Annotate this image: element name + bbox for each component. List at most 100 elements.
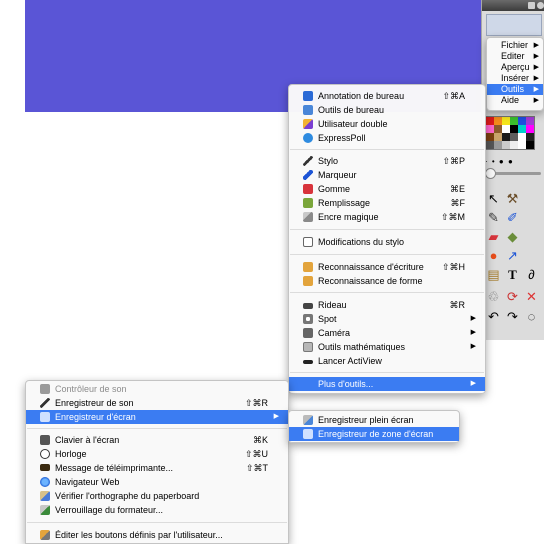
text-tool-icon[interactable]: T: [504, 266, 521, 283]
highlighter-tool-icon[interactable]: ✐: [504, 209, 521, 226]
menu-item-reconnaissance-ecriture[interactable]: Reconnaissance d'écriture ⇧⌘H: [289, 260, 485, 274]
tools-menu: Annotation de bureau ⇧⌘A Outils de bureau…: [288, 84, 486, 394]
menu-item-modifications-du-stylo[interactable]: Modifications du stylo: [289, 235, 485, 249]
menu-item-expresspoll[interactable]: ExpressPoll: [289, 131, 485, 145]
main-menu-item-fichier[interactable]: Fichier ▶: [487, 40, 543, 51]
delete-page-icon[interactable]: ♲: [485, 288, 502, 305]
chevron-right-icon: ▶: [533, 64, 539, 71]
menu-item-utilisateur-double[interactable]: Utilisateur double: [289, 117, 485, 131]
menu-item-annotation-de-bureau[interactable]: Annotation de bureau ⇧⌘A: [289, 89, 485, 103]
menu-item-outils-de-bureau[interactable]: Outils de bureau: [289, 103, 485, 117]
screen-recorder-menu: Enregistreur plein écran Enregistreur de…: [288, 410, 460, 443]
pen-width-dots[interactable]: · • ● ●: [485, 157, 514, 166]
menu-item-verrouillage-formateur[interactable]: Verrouillage du formateur...: [26, 503, 288, 517]
menu-item-stylo[interactable]: Stylo ⇧⌘P: [289, 154, 485, 168]
menu-item-message-teleimprimante[interactable]: Message de téléimprimante... ⇧⌘T: [26, 461, 288, 475]
color-palette[interactable]: [485, 116, 535, 150]
menu-item-spot[interactable]: Spot ▶: [289, 312, 485, 326]
curtain-icon: [303, 303, 313, 309]
eraser-tool-icon[interactable]: ▰: [485, 228, 502, 245]
menu-item-horloge[interactable]: Horloge ⇧⌘U: [26, 447, 288, 461]
fill-icon: [303, 198, 313, 208]
shape-tool-icon[interactable]: ●: [485, 247, 502, 264]
magic-ink-icon: [303, 212, 313, 222]
menu-item-enregistreur-zone-ecran[interactable]: Enregistreur de zone d'écran: [289, 427, 459, 441]
pen-modifier-icon: [303, 237, 313, 247]
edit-buttons-icon: [40, 530, 50, 540]
clapper-icon[interactable]: ▤: [485, 266, 502, 283]
reset-page-icon[interactable]: ⟳: [504, 288, 521, 305]
menu-item-reconnaissance-de-forme[interactable]: Reconnaissance de forme: [289, 274, 485, 288]
toolbox-header-panel: [486, 14, 542, 36]
ticker-icon: [40, 464, 50, 471]
pen-tool-icon[interactable]: ✎: [485, 209, 502, 226]
menu-item-editer-boutons[interactable]: Éditer les boutons définis par l'utilisa…: [26, 528, 288, 542]
pen-icon: [303, 156, 313, 166]
keyboard-icon: [40, 435, 50, 445]
annotation-icon: [303, 91, 313, 101]
lock-icon: [40, 505, 50, 515]
main-menu-item-inserer[interactable]: Insérer ▶: [487, 73, 543, 84]
menu-separator: [290, 372, 484, 373]
chevron-right-icon: ▶: [273, 413, 279, 420]
close-x-icon[interactable]: ✕: [523, 288, 540, 305]
minimize-icon[interactable]: [528, 2, 535, 9]
chevron-right-icon: ▶: [533, 53, 539, 60]
eraser-icon: [303, 184, 313, 194]
menu-item-navigateur-web[interactable]: Navigateur Web: [26, 475, 288, 489]
pen-width-slider-knob[interactable]: [485, 168, 496, 179]
settings-icon[interactable]: [537, 2, 544, 9]
main-menu-item-editer[interactable]: Editer ▶: [487, 51, 543, 62]
chevron-right-icon: ▶: [533, 75, 539, 82]
main-menu-item-apercu[interactable]: Aperçu ▶: [487, 62, 543, 73]
menu-item-enregistreur-plein-ecran[interactable]: Enregistreur plein écran: [289, 413, 459, 427]
menu-item-outils-mathematiques[interactable]: Outils mathématiques ▶: [289, 340, 485, 354]
menu-separator: [290, 292, 484, 293]
chevron-right-icon: ▶: [533, 42, 539, 49]
chevron-right-icon: ▶: [533, 86, 539, 93]
chevron-right-icon: ▶: [470, 380, 476, 387]
sound-controller-icon: [40, 384, 50, 394]
main-menu-item-outils[interactable]: Outils ▶: [487, 84, 543, 95]
menu-separator: [290, 254, 484, 255]
menu-separator: [290, 229, 484, 230]
chevron-right-icon: ▶: [470, 343, 476, 350]
fullscreen-recorder-icon: [303, 415, 313, 425]
web-browser-icon: [40, 477, 50, 487]
connector-tool-icon[interactable]: ↗: [504, 247, 521, 264]
main-menu-item-aide[interactable]: Aide ▶: [487, 95, 543, 106]
menu-item-verifier-orthographe[interactable]: Vérifier l'orthographe du paperboard: [26, 489, 288, 503]
chevron-right-icon: ▶: [470, 315, 476, 322]
hammer-icon[interactable]: ⚒: [504, 190, 521, 207]
more-icon[interactable]: ◌: [523, 308, 540, 325]
handwriting-icon: [303, 262, 313, 272]
area-recorder-icon: [303, 429, 313, 439]
toolbox-titlebar[interactable]: [482, 0, 544, 11]
menu-item-camera[interactable]: Caméra ▶: [289, 326, 485, 340]
menu-item-enregistreur-d-ecran[interactable]: Enregistreur d'écran ▶: [26, 410, 288, 424]
highlighter-icon: [303, 170, 313, 180]
pointer-icon[interactable]: ↖: [485, 190, 502, 207]
redo-icon[interactable]: ↷: [504, 308, 521, 325]
desktop-tools-icon: [303, 105, 313, 115]
menu-item-lancer-actiview[interactable]: Lancer ActiView: [289, 354, 485, 368]
dual-user-icon: [303, 119, 313, 129]
menu-item-rideau[interactable]: Rideau ⌘R: [289, 298, 485, 312]
menu-item-clavier-a-l-ecran[interactable]: Clavier à l'écran ⌘K: [26, 433, 288, 447]
undo-icon[interactable]: ↶: [485, 308, 502, 325]
expresspoll-icon: [303, 133, 313, 143]
fill-tool-icon[interactable]: ◆: [504, 228, 521, 245]
menu-separator: [27, 522, 287, 523]
shape-recognition-icon: [303, 276, 313, 286]
menu-item-marqueur[interactable]: Marqueur: [289, 168, 485, 182]
ink-tool-icon[interactable]: ∂: [523, 266, 540, 283]
camera-icon: [303, 328, 313, 338]
menu-item-enregistreur-de-son[interactable]: Enregistreur de son ⇧⌘R: [26, 396, 288, 410]
menu-item-gomme[interactable]: Gomme ⌘E: [289, 182, 485, 196]
menu-item-encre-magique[interactable]: Encre magique ⇧⌘M: [289, 210, 485, 224]
actiview-icon: [303, 360, 313, 364]
sound-recorder-icon: [40, 398, 50, 408]
menu-item-plus-d-outils[interactable]: Plus d'outils... ▶: [289, 377, 485, 391]
menu-separator: [290, 149, 484, 150]
menu-item-remplissage[interactable]: Remplissage ⌘F: [289, 196, 485, 210]
